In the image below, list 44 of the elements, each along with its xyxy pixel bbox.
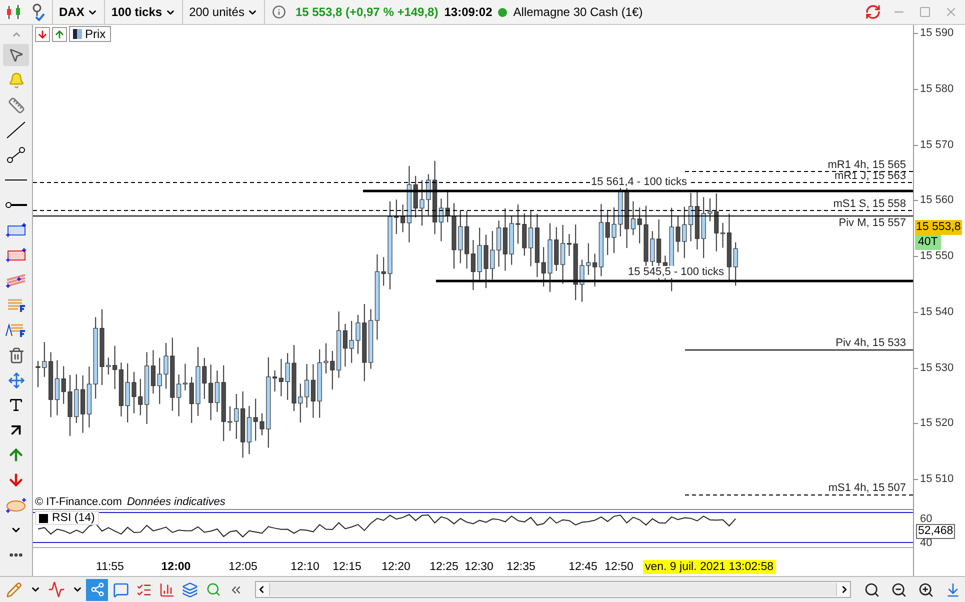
disclaimer-text: Données indicatives <box>126 496 226 508</box>
instrument-name: Allemagne 30 Cash (1€) <box>513 5 643 19</box>
price-label: 15 580 <box>920 82 954 95</box>
time-label: 12:30 <box>464 561 494 574</box>
price-label: 15 510 <box>920 473 954 485</box>
time-label: 12:50 <box>604 561 634 574</box>
price-label: 15 570 <box>920 138 954 150</box>
time-label: 12:10 <box>290 561 320 574</box>
time-label: 12:05 <box>228 561 258 574</box>
level-label: mS1 S, 15 558 <box>832 198 907 210</box>
price-label: 15 590 <box>920 27 954 39</box>
price-label: 15 540 <box>920 306 954 318</box>
price-label: 15 550 <box>920 250 954 262</box>
tick-count-tag: 40T <box>915 235 941 250</box>
time-label: 12:25 <box>430 561 458 574</box>
copyright-text: © IT-Finance.com <box>35 496 122 508</box>
level-label: Piv 4h, 15 533 <box>834 337 907 349</box>
price-label: 15 560 <box>920 194 954 206</box>
cursor-date: ven. 9 juil. 2021 13:02:58 <box>643 560 776 574</box>
quote-text: 15 553,8 (+0,97 % +149,8) <box>295 5 438 19</box>
units-dropdown[interactable]: 200 unités <box>187 1 260 23</box>
level-label: mS1 4h, 15 507 <box>827 482 907 494</box>
rsi-label: RSI (14) <box>52 512 95 524</box>
time-label: 12:00 <box>161 561 191 574</box>
interval-dropdown[interactable]: 100 ticks <box>109 1 178 23</box>
level-label: 15 561,4 - 100 ticks <box>590 176 688 188</box>
price-label: 15 520 <box>920 417 954 430</box>
rsi-value-tag: 52,468 <box>916 524 956 539</box>
quote-time: 13:09:02 <box>444 5 492 19</box>
time-label: 12:15 <box>332 561 362 574</box>
rsi-axis-label: 40 <box>920 537 932 549</box>
rsi-axis-label: 60 <box>920 513 932 525</box>
symbol-dropdown[interactable]: DAX <box>57 1 100 23</box>
time-label: 11:55 <box>96 561 124 574</box>
level-label: 15 545,5 - 100 ticks <box>627 266 726 278</box>
time-label: 12:45 <box>568 561 598 574</box>
level-label: mR1 J, 15 563 <box>833 170 907 182</box>
price-tab[interactable]: Prix <box>69 26 111 42</box>
price-label: 15 530 <box>920 362 954 374</box>
last-price-tag: 15 553,8 <box>915 220 962 235</box>
level-label: Piv M, 15 557 <box>838 217 907 229</box>
time-label: 12:35 <box>506 561 536 574</box>
time-label: 12:20 <box>382 561 410 574</box>
level-label: mR1 4h, 15 565 <box>826 158 907 170</box>
